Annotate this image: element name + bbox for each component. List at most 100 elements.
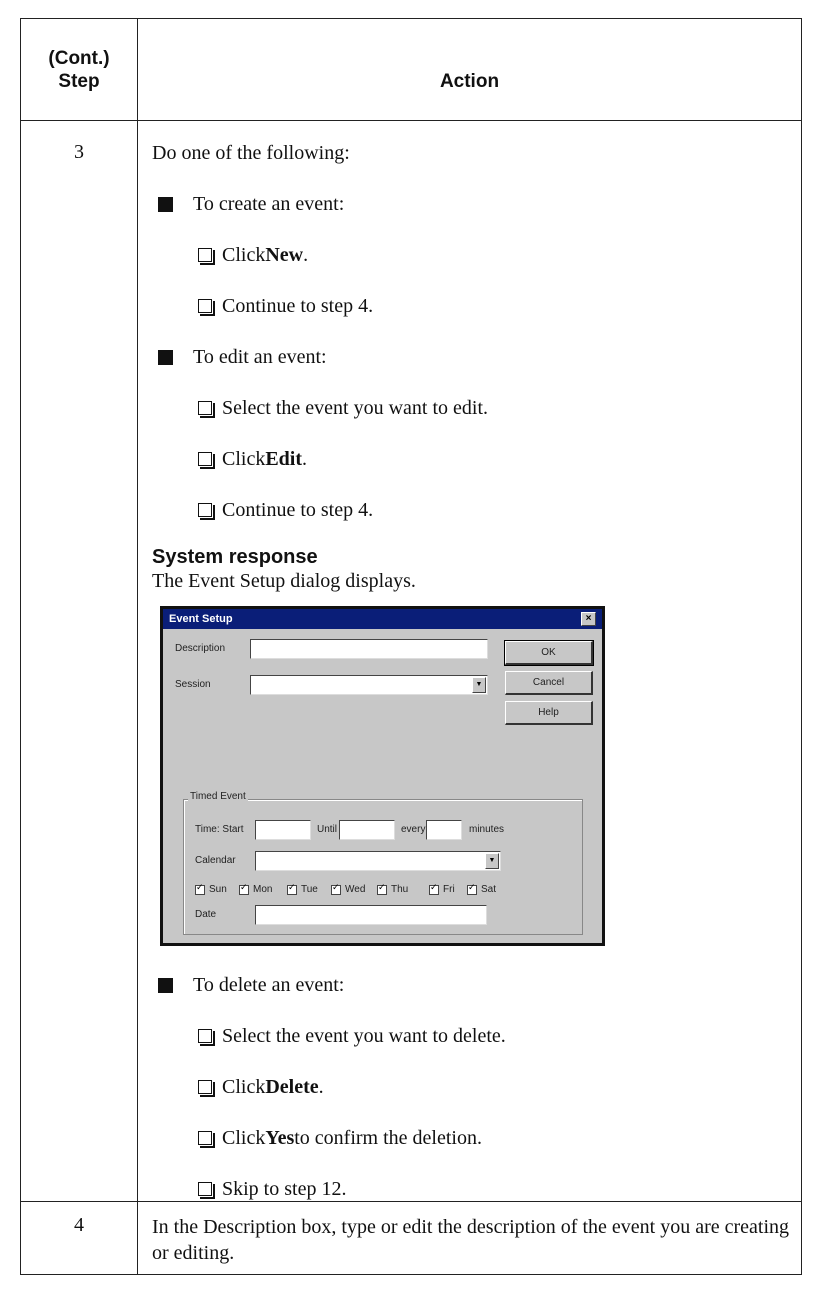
bullet-label: To edit an event:: [193, 346, 327, 368]
system-response-heading: System response: [152, 546, 318, 568]
sub-item: Continue to step 4.: [152, 498, 801, 522]
dialog-title: Event Setup: [169, 613, 233, 625]
sub-item-text: Continue to step 4.: [222, 499, 374, 521]
session-dropdown[interactable]: ▼: [250, 675, 488, 695]
bullet-label: To create an event:: [193, 193, 345, 215]
sub-item-text: Click: [222, 1127, 266, 1149]
sub-item-suffix: to confirm the deletion.: [294, 1127, 482, 1149]
sub-item-text: Select the event you want to edit.: [222, 397, 489, 419]
day-label: Sun: [209, 884, 227, 895]
sub-item: Select the event you want to edit.: [152, 396, 801, 420]
sub-item: Click New.: [152, 243, 801, 267]
sub-item-text: Click: [222, 448, 266, 470]
day-checkbox-mon[interactable]: Mon: [239, 883, 273, 895]
until-field[interactable]: [339, 820, 395, 840]
day-label: Tue: [301, 884, 318, 895]
sub-item-text: Click: [222, 1076, 266, 1098]
checkbox-icon: [195, 883, 205, 895]
sub-item-bold: Delete: [265, 1076, 319, 1098]
ok-button[interactable]: OK: [504, 640, 594, 666]
minutes-label: minutes: [469, 824, 505, 835]
dialog-titlebar: Event Setup ×: [163, 609, 602, 629]
checkbox-icon: [429, 883, 439, 895]
sub-item: Click Edit.: [152, 447, 801, 471]
session-label: Session: [175, 679, 211, 690]
step-number: 3: [20, 120, 138, 1202]
checkbox-bullet-icon: [198, 248, 215, 265]
step-number: 4: [20, 1201, 138, 1275]
day-checkbox-fri[interactable]: Fri: [429, 883, 455, 895]
sub-item: Select the event you want to delete.: [152, 1024, 801, 1048]
sub-item-suffix: .: [318, 1076, 324, 1098]
day-checkbox-tue[interactable]: Tue: [287, 883, 318, 895]
bullet-create: To create an event:: [152, 192, 801, 216]
procedure-table: (Cont.) Step Action 3 Do one of the foll…: [20, 18, 802, 1275]
sub-item: Click Delete.: [152, 1075, 801, 1099]
action-cell: In the Description box, type or edit the…: [137, 1201, 802, 1275]
checkbox-icon: [287, 883, 297, 895]
bullet-edit: To edit an event:: [152, 345, 801, 369]
description-label: Description: [175, 643, 226, 654]
checkbox-bullet-icon: [198, 1080, 215, 1097]
event-setup-dialog: Event Setup × Description Session ▼ OK C…: [160, 606, 605, 946]
bullet-label: To delete an event:: [193, 974, 345, 996]
action-cell: Do one of the following: To create an ev…: [137, 120, 802, 1202]
day-label: Sat: [481, 884, 497, 895]
checkbox-bullet-icon: [198, 1029, 215, 1046]
square-bullet-icon: [158, 349, 173, 365]
sub-item-text: Click: [222, 244, 266, 266]
help-button[interactable]: Help: [505, 701, 593, 725]
sub-item-suffix: .: [302, 448, 308, 470]
time-start-field[interactable]: [255, 820, 311, 840]
step-header-line2: Step: [58, 70, 100, 92]
checkbox-bullet-icon: [198, 401, 215, 418]
checkbox-icon: [467, 883, 477, 895]
sub-item: Continue to step 4.: [152, 294, 801, 318]
day-label: Fri: [443, 884, 455, 895]
checkbox-bullet-icon: [198, 452, 215, 469]
every-minutes-field[interactable]: [426, 820, 462, 840]
date-field[interactable]: [255, 905, 487, 925]
sub-item: Skip to step 12.: [152, 1177, 801, 1201]
sub-item-suffix: .: [303, 244, 309, 266]
action-column-header: Action: [137, 18, 802, 121]
day-checkbox-thu[interactable]: Thu: [377, 883, 409, 895]
description-field[interactable]: [250, 639, 488, 659]
date-label: Date: [195, 909, 217, 920]
cancel-button[interactable]: Cancel: [505, 671, 593, 695]
step-header-line1: (Cont.): [48, 47, 110, 69]
sub-item-text: Skip to step 12.: [222, 1178, 347, 1200]
system-response-text: The Event Setup dialog displays.: [152, 570, 416, 592]
sub-item-text: Select the event you want to delete.: [222, 1025, 506, 1047]
day-checkbox-sat[interactable]: Sat: [467, 883, 497, 895]
checkbox-bullet-icon: [198, 299, 215, 316]
sub-item: Click Yes to confirm the deletion.: [152, 1126, 801, 1150]
checkbox-bullet-icon: [198, 1131, 215, 1148]
timed-event-label: Timed Event: [188, 791, 248, 802]
day-checkbox-sun[interactable]: Sun: [195, 883, 227, 895]
table-header-row: (Cont.) Step Action: [20, 18, 802, 121]
checkbox-bullet-icon: [198, 1182, 215, 1199]
day-checkbox-wed[interactable]: Wed: [331, 883, 365, 895]
checkbox-icon: [377, 883, 387, 895]
checkbox-icon: [239, 883, 249, 895]
day-label: Thu: [391, 884, 409, 895]
instruction-intro: Do one of the following:: [152, 142, 350, 164]
step-column-header: (Cont.) Step: [20, 18, 138, 121]
until-label: Until: [317, 824, 338, 835]
sub-item-bold: Edit: [265, 448, 303, 470]
checkbox-bullet-icon: [198, 503, 215, 520]
sub-item-bold: New: [265, 244, 304, 266]
calendar-dropdown[interactable]: ▼: [255, 851, 501, 871]
chevron-down-icon: ▼: [485, 853, 499, 869]
checkbox-icon: [331, 883, 341, 895]
table-row: 3 Do one of the following: To create an …: [20, 120, 802, 1202]
day-label: Mon: [253, 884, 273, 895]
every-label: every: [401, 824, 426, 835]
bullet-delete: To delete an event:: [152, 973, 801, 997]
square-bullet-icon: [158, 977, 173, 993]
sub-item-bold: Yes: [265, 1127, 295, 1149]
chevron-down-icon: ▼: [472, 677, 486, 693]
close-icon[interactable]: ×: [581, 612, 596, 626]
sub-item-text: Continue to step 4.: [222, 295, 374, 317]
